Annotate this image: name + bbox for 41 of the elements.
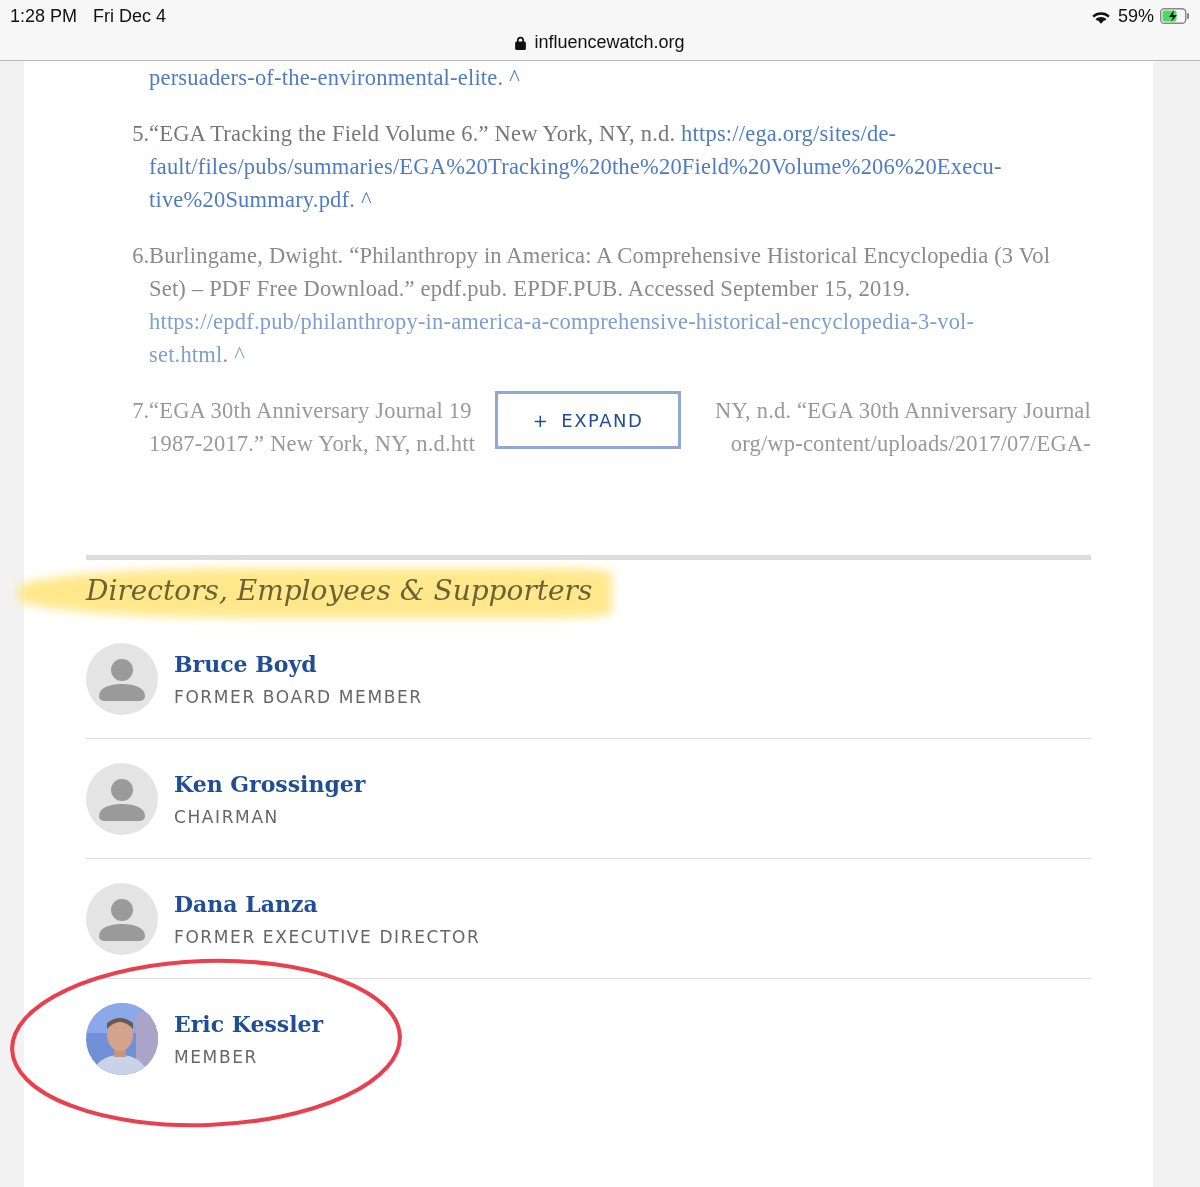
person-role: FORMER BOARD MEMBER [174, 686, 423, 707]
reference-number: 6. [131, 242, 149, 270]
reference-text: . [497, 65, 505, 90]
reference-link[interactable]: persuaders-of-the-environmental-elite [149, 65, 498, 90]
reference-link[interactable]: tive%20Summary.pdf [149, 187, 350, 212]
person-name-link[interactable]: Dana Lanza [174, 890, 481, 917]
reference-link[interactable]: set.html [149, 342, 223, 367]
reference-text: . [222, 342, 230, 367]
reference-text: Burlingame, Dwight. “Philanthropy in America: A Comprehensive Historical Encyclopedia (3 Vol [149, 243, 1051, 268]
avatar-placeholder-icon [86, 882, 158, 955]
reference-text: “EGA 30th Anniversary Journal 19 [149, 397, 472, 425]
avatar-placeholder-icon [86, 762, 158, 835]
reference-link[interactable]: ^ [234, 342, 245, 367]
address-bar-url[interactable]: influencewatch.org [534, 32, 685, 53]
person-role: CHAIRMAN [174, 806, 280, 827]
reference-link[interactable]: fault/files/pubs/summaries/EGA%20Tracking%20the%20Field%20Volume%206%20Execu- [149, 154, 1002, 179]
reference-text: . [349, 187, 357, 212]
date-text: Fri Dec 4 [93, 5, 167, 27]
reference-number: 7. [131, 397, 149, 425]
reference-text: 1987-2017.” New York, NY, n.d.htt [149, 430, 476, 458]
person-role: MEMBER [174, 1046, 259, 1067]
avatar-placeholder-icon [86, 642, 158, 715]
reference-link[interactable]: https://ega.org/sites/de- [681, 121, 897, 146]
clock-time: 1:28 PM [10, 5, 78, 27]
person-name-link[interactable]: Ken Grossinger [174, 770, 366, 797]
reference-number: 5. [131, 120, 149, 148]
expand-button[interactable]: + EXPAND [495, 391, 681, 449]
reference-text: org/wp-content/uploads/2017/07/EGA- [730, 430, 1091, 458]
reference-text: Set) – PDF Free Download.” epdf.pub. EPDF.PUB. Accessed September 15, 2019. [149, 276, 911, 301]
reference-link[interactable]: ^ [360, 187, 372, 212]
person-name-link[interactable]: Eric Kessler [174, 1010, 324, 1037]
reference-text: “EGA Tracking the Field Volume 6.” New York, NY, n.d. [149, 121, 677, 146]
reference-link[interactable]: https://epdf.pub/philanthropy-in-america-a-comprehensive-historical-encyclopedia-3-vol- [149, 309, 975, 334]
person-role: FORMER EXECUTIVE DIRECTOR [174, 926, 481, 947]
battery-icon [1160, 8, 1190, 24]
person-name-link[interactable]: Bruce Boyd [174, 650, 423, 677]
battery-percent: 59% [1117, 5, 1154, 27]
reference-text: NY, n.d. “EGA 30th Anniversary Journal [715, 397, 1091, 425]
reference-link[interactable]: ^ [509, 65, 520, 90]
lock-icon [515, 35, 527, 50]
section-heading: Directors, Employees & Supporters [86, 574, 593, 607]
